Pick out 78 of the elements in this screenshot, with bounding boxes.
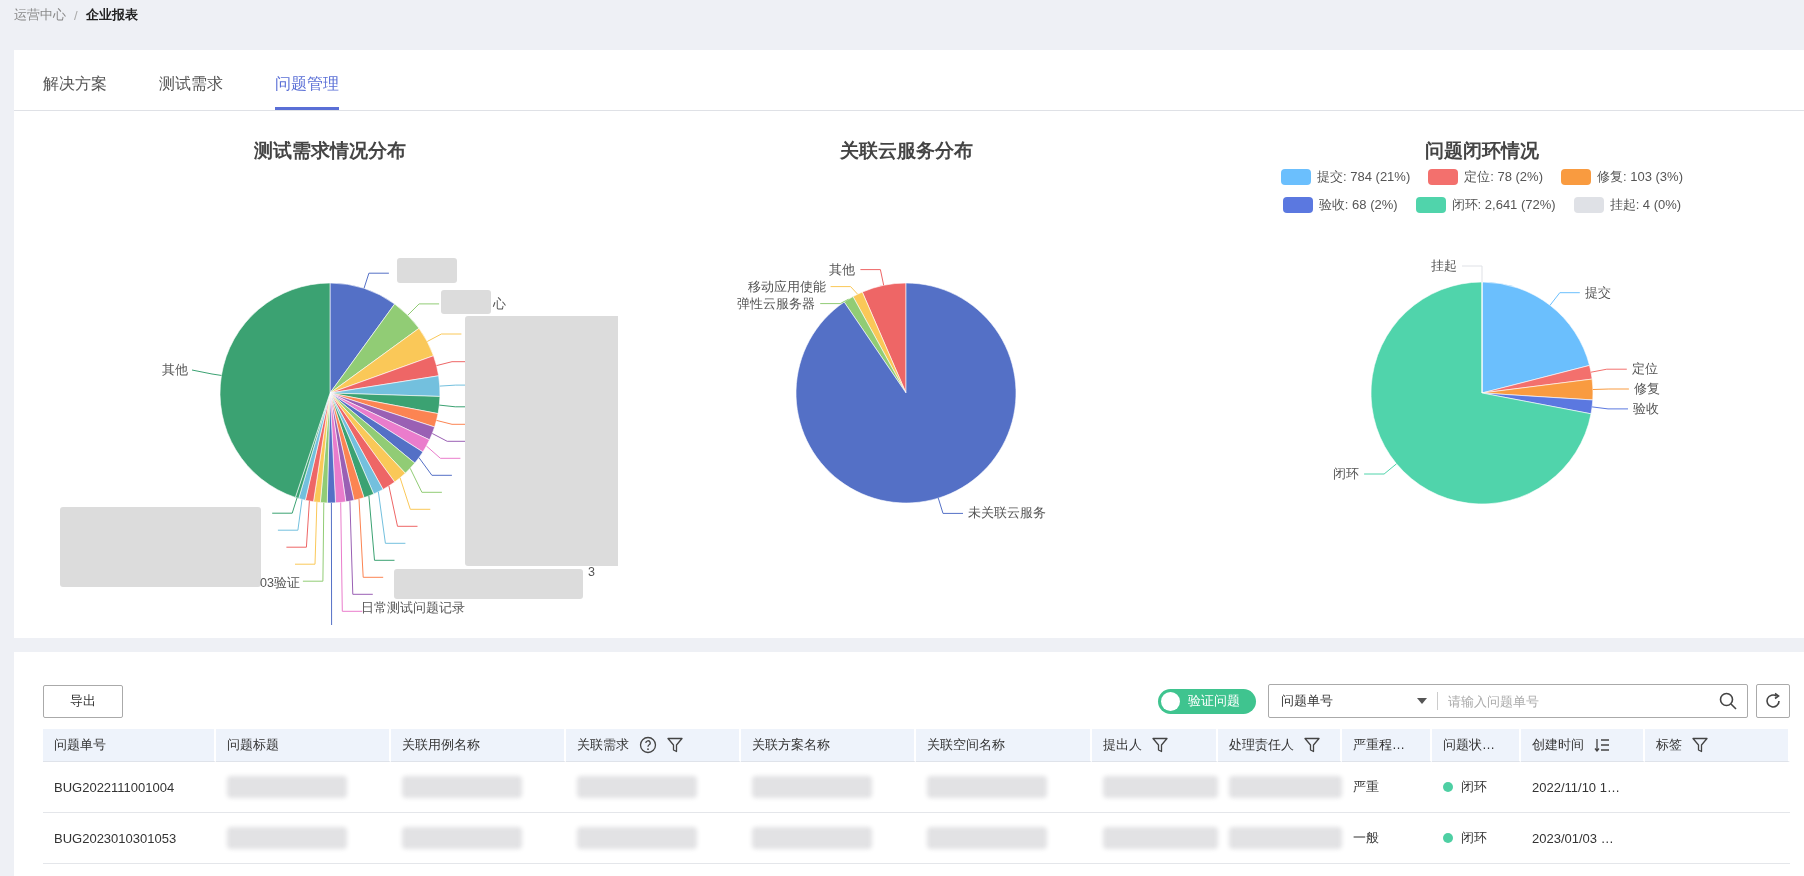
column-header-label: 关联需求 <box>577 736 629 754</box>
column-header-label: 关联空间名称 <box>927 736 1005 754</box>
table-cell: 严重 <box>1353 778 1379 796</box>
column-header-label: 提出人 <box>1103 736 1142 754</box>
pie-label: 移动应用使能 <box>747 279 826 294</box>
column-header-label: 严重程… <box>1353 736 1405 754</box>
caret-down-icon <box>1417 698 1427 704</box>
pie-label: 未关联云服务 <box>968 506 1047 521</box>
filter-icon[interactable] <box>1152 737 1168 753</box>
column-header-label: 创建时间 <box>1532 736 1584 754</box>
leader-line <box>1363 463 1397 475</box>
column-header-label: 问题单号 <box>54 736 106 754</box>
pie-label: 挂起 <box>1431 259 1457 273</box>
search-icon[interactable] <box>1719 692 1737 710</box>
table-cell: BUG2022111001004 <box>54 779 175 795</box>
pie-label: 定位 <box>1631 362 1658 377</box>
pie-label: 验收 <box>1633 401 1659 416</box>
table-cell: 闭环 <box>1461 778 1487 796</box>
legend-label[interactable]: 验收: 68 (2%) <box>1318 196 1398 214</box>
leader-line <box>191 369 222 376</box>
column-header-label: 问题状… <box>1443 736 1495 754</box>
legend-label[interactable]: 挂起: 4 (0%) <box>1609 196 1682 214</box>
column-header-label: 标签 <box>1656 736 1682 754</box>
leader-line <box>431 433 468 442</box>
chart-title: 问题闭环情况 <box>1425 139 1539 163</box>
chart-title: 关联云服务分布 <box>839 139 973 163</box>
table-cell: BUG2023010301053 <box>54 830 177 846</box>
pie-label: 心 <box>493 297 506 311</box>
column-header-label: 关联方案名称 <box>752 736 830 754</box>
pie-label: 闭环 <box>1333 466 1360 481</box>
refresh-icon <box>1764 692 1782 710</box>
table-cell: 2022/11/10 1… <box>1532 779 1620 795</box>
chart-title: 测试需求情况分布 <box>254 139 406 163</box>
leader-line <box>819 298 849 305</box>
legend-label[interactable]: 闭环: 2,641 (72%) <box>1451 196 1556 214</box>
table-cell: 一般 <box>1353 829 1379 847</box>
leader-line <box>1591 406 1629 410</box>
column-header-label: 关联用例名称 <box>402 736 480 754</box>
refresh-button[interactable] <box>1756 684 1790 718</box>
leader-line <box>1590 368 1628 373</box>
leader-line <box>426 333 462 342</box>
leader-line <box>1549 292 1581 306</box>
breadcrumb-separator: / <box>74 7 78 23</box>
leader-line <box>1461 265 1483 283</box>
pie-label: 03验证 <box>260 576 300 590</box>
column-header-label: 处理责任人 <box>1229 736 1294 754</box>
leader-line <box>425 445 461 459</box>
search-field[interactable]: 问题单号 请输入问题单号 <box>1268 684 1748 718</box>
table-cell: 闭环 <box>1461 829 1487 847</box>
pie-label: 其他 <box>829 262 856 277</box>
blurred-label-block <box>441 290 491 314</box>
tab[interactable]: 问题管理 <box>275 74 339 110</box>
filter-icon[interactable] <box>667 737 683 753</box>
breadcrumb-item: 企业报表 <box>85 6 138 24</box>
pie-label: 3 <box>588 565 595 579</box>
leader-line <box>363 272 390 289</box>
pie-label: 修复 <box>1633 382 1660 396</box>
search-type-dropdown[interactable]: 问题单号 <box>1269 692 1437 710</box>
filter-icon[interactable] <box>1692 737 1708 753</box>
sort-icon[interactable] <box>1594 737 1610 753</box>
blurred-label-block <box>397 258 457 283</box>
leader-line <box>937 497 964 514</box>
column-header-label: 问题标题 <box>227 736 279 754</box>
filter-icon[interactable] <box>1304 737 1320 753</box>
legend-label[interactable]: 提交: 784 (21%) <box>1317 168 1411 186</box>
pie-label: 日常测试问题记录 <box>361 601 465 615</box>
pie-label: 弹性云服务器 <box>737 296 816 311</box>
tab[interactable]: 测试需求 <box>159 74 223 110</box>
pie-label: 提交 <box>1584 285 1611 300</box>
export-button[interactable]: 导出 <box>43 684 123 718</box>
pie-label: 其他 <box>162 363 188 377</box>
legend-label[interactable]: 定位: 78 (2%) <box>1464 168 1543 186</box>
help-icon[interactable] <box>639 736 657 754</box>
leader-line <box>1592 388 1630 390</box>
legend-label[interactable]: 修复: 103 (3%) <box>1597 168 1683 186</box>
tab[interactable]: 解决方案 <box>43 74 107 110</box>
leader-line <box>407 303 440 316</box>
table-cell: 2023/01/03 … <box>1532 830 1614 846</box>
